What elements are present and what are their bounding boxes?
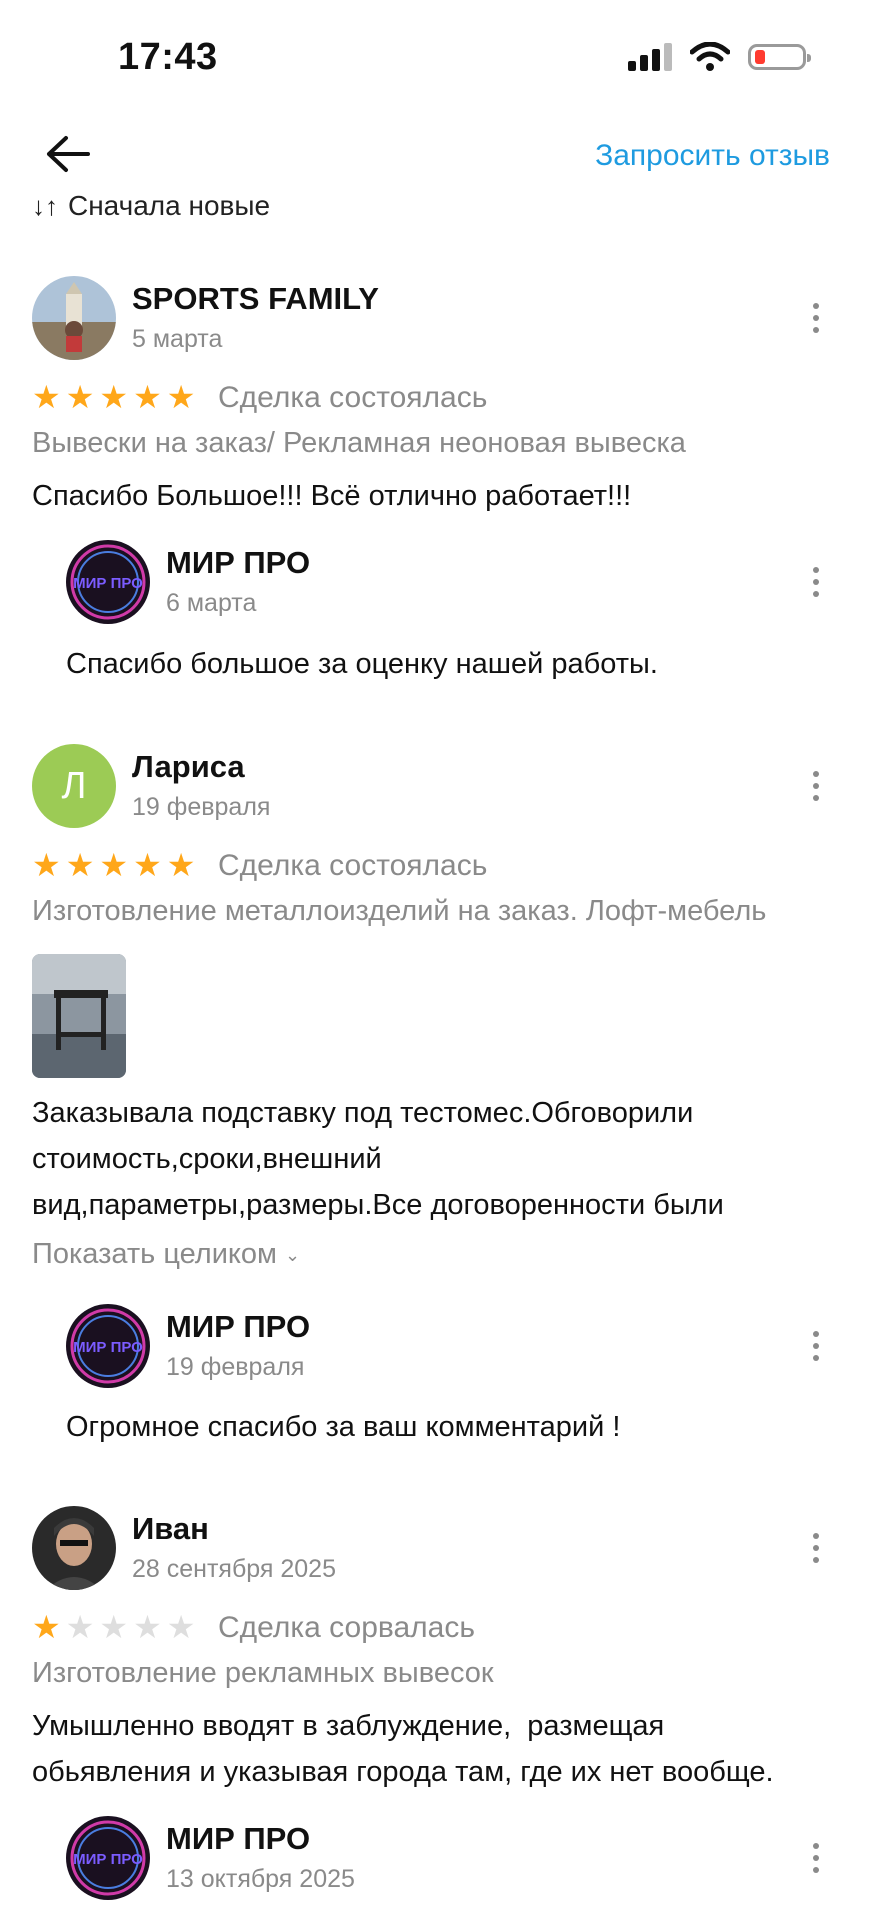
reply-date: 6 марта [166, 589, 257, 617]
chevron-down-icon: ⌄ [285, 1244, 301, 1265]
mir-pro-logo: МИР ПРО [66, 540, 150, 624]
deal-status: Сделка состоялась [218, 849, 488, 882]
star-icon: ★ [166, 847, 196, 883]
show-all-button[interactable]: Показать целиком ⌄ [32, 1238, 300, 1271]
star-icon: ★ [133, 847, 162, 883]
request-review-link[interactable]: Запросить отзыв [595, 139, 830, 173]
review-text-line: стоимость,сроки,внешний [32, 1143, 382, 1175]
review-photo[interactable] [32, 954, 126, 1078]
avatar[interactable]: Л [32, 744, 116, 828]
status-icons [628, 42, 811, 72]
company-logo[interactable]: МИР ПРО [66, 1304, 150, 1388]
star-icon: ★ [65, 847, 95, 883]
star-empty-icon: ★ [166, 1609, 196, 1645]
review-text: Заказывала подставку под тестомес.Обгово… [32, 1090, 724, 1228]
show-all-label: Показать целиком [32, 1238, 277, 1270]
deal-status: Сделка состоялась [218, 381, 488, 414]
review-date: 5 марта [132, 325, 223, 353]
company-logo[interactable]: МИР ПРО [66, 540, 150, 624]
reply-author[interactable]: МИР ПРО [166, 1309, 310, 1345]
reply-author[interactable]: МИР ПРО [166, 1821, 310, 1857]
sort-selector[interactable]: ↓↑ Сначала новые [32, 190, 270, 222]
cellular-signal-icon [628, 43, 672, 71]
review-text: Спасибо Большое!!! Всё отлично работает!… [32, 480, 632, 512]
review-date: 28 сентября 2025 [132, 1555, 336, 1583]
star-icon: ★ [99, 847, 129, 883]
review-author[interactable]: SPORTS FAMILY [132, 281, 379, 317]
review-text-line: вид,параметры,размеры.Все договоренности… [32, 1189, 724, 1221]
avatar[interactable] [32, 1506, 116, 1590]
sort-label: Сначала новые [68, 190, 271, 221]
review-service[interactable]: Изготовление рекламных вывесок [32, 1657, 494, 1690]
wifi-icon [690, 42, 730, 71]
photo-thumbnail [32, 954, 126, 1078]
reply-text: Огромное спасибо за ваш комментарий ! [66, 1411, 621, 1443]
star-icon: ★ [32, 379, 61, 415]
avatar[interactable] [32, 276, 116, 360]
sort-icon: ↓↑ [32, 191, 58, 221]
mir-pro-logo: МИР ПРО [66, 1816, 150, 1900]
star-icon: ★ [32, 847, 61, 883]
star-icon: ★ [166, 379, 196, 415]
rating-stars: ★ ★ ★ ★ ★ [32, 381, 195, 413]
review-text-line: обьявления и указывая города там, где их… [32, 1756, 774, 1788]
status-time: 17:43 [118, 36, 218, 78]
review-text-line: Заказывала подставку под тестомес.Обгово… [32, 1097, 694, 1129]
star-empty-icon: ★ [65, 1609, 95, 1645]
review-author[interactable]: Лариса [132, 749, 245, 785]
battery-icon [748, 44, 811, 70]
star-icon: ★ [65, 379, 95, 415]
reply-text: Спасибо большое за оценку нашей работы. [66, 648, 658, 680]
review-service[interactable]: Изготовление металлоизделий на заказ. Ло… [32, 895, 766, 928]
review-service[interactable]: Вывески на заказ/ Рекламная неоновая выв… [32, 427, 686, 460]
more-options-icon[interactable] [812, 771, 820, 801]
deal-status: Сделка сорвалась [218, 1611, 475, 1644]
more-options-icon[interactable] [812, 1843, 820, 1873]
review-text-line: Умышленно вводят в заблуждение, размещая [32, 1710, 665, 1742]
star-empty-icon: ★ [99, 1609, 129, 1645]
user-photo [32, 276, 116, 360]
review-date: 19 февраля [132, 793, 271, 821]
back-arrow-icon[interactable] [44, 134, 90, 174]
mir-pro-logo: МИР ПРО [66, 1304, 150, 1388]
review-author[interactable]: Иван [132, 1511, 209, 1547]
rating-stars: ★ ★ ★ ★ ★ [32, 1611, 195, 1643]
reply-author[interactable]: МИР ПРО [166, 545, 310, 581]
logo-text: МИР ПРО [73, 575, 143, 592]
star-icon: ★ [133, 379, 162, 415]
logo-text: МИР ПРО [73, 1339, 143, 1356]
more-options-icon[interactable] [812, 1331, 820, 1361]
user-photo [32, 1506, 116, 1590]
more-options-icon[interactable] [812, 567, 820, 597]
review-text: Умышленно вводят в заблуждение, размещая… [32, 1703, 774, 1795]
more-options-icon[interactable] [812, 1533, 820, 1563]
company-logo[interactable]: МИР ПРО [66, 1816, 150, 1900]
rating-stars: ★ ★ ★ ★ ★ [32, 849, 195, 881]
logo-text: МИР ПРО [73, 1851, 143, 1868]
star-icon: ★ [99, 379, 129, 415]
more-options-icon[interactable] [812, 303, 820, 333]
star-icon: ★ [32, 1609, 61, 1645]
star-empty-icon: ★ [133, 1609, 162, 1645]
reply-date: 19 февраля [166, 1353, 305, 1381]
reply-date: 13 октября 2025 [166, 1865, 355, 1893]
